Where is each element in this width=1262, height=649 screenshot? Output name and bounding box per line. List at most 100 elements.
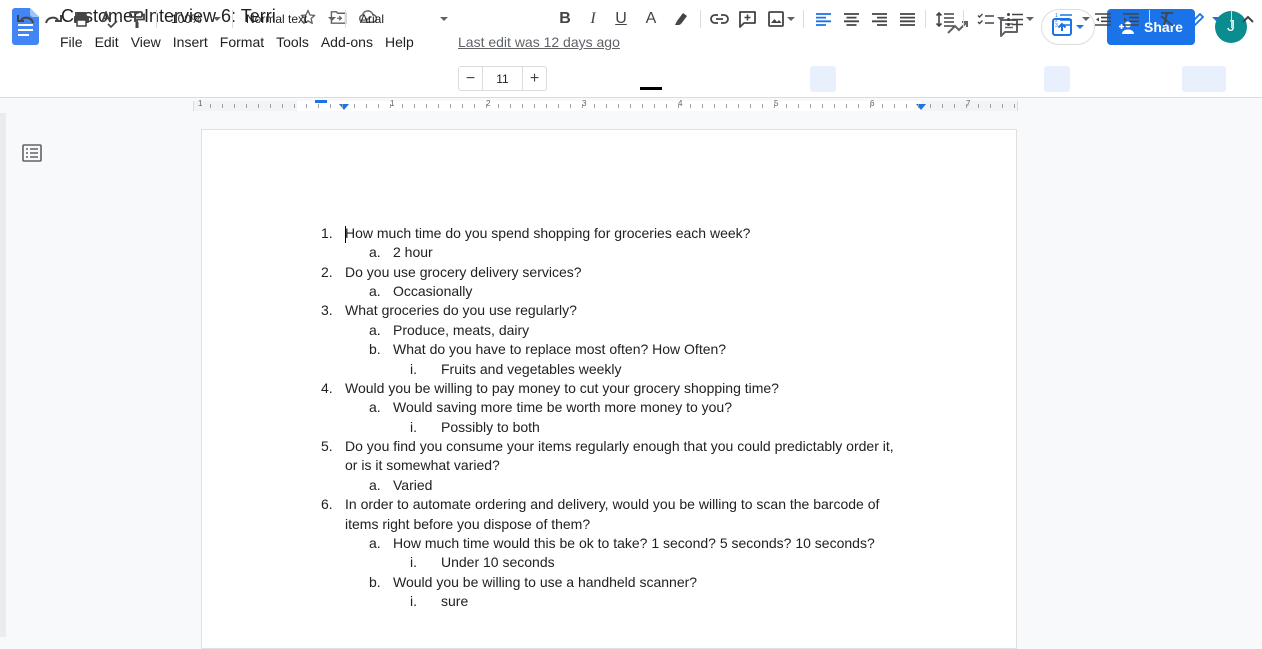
ruler-tick [306, 104, 307, 108]
menu-addons[interactable]: Add-ons [321, 34, 379, 50]
paint-format-icon[interactable] [128, 9, 146, 29]
ruler-tick [498, 104, 499, 108]
chevron-down-icon [1081, 17, 1090, 21]
ruler-tick [1002, 104, 1003, 108]
font-size-input[interactable]: 11 [482, 67, 523, 90]
bulleted-list-icon[interactable] [1004, 9, 1034, 29]
list-item-text: How much time would this be ok to take? … [393, 535, 875, 551]
ruler-tick [318, 104, 319, 108]
insert-image-icon[interactable] [765, 9, 795, 29]
decrease-indent-icon[interactable] [1094, 9, 1112, 29]
insert-link-icon[interactable] [709, 9, 729, 29]
left-indent-marker[interactable] [339, 104, 349, 110]
increase-indent-icon[interactable] [1122, 9, 1140, 29]
menu-help[interactable]: Help [385, 34, 420, 50]
editing-mode-icon[interactable] [1186, 9, 1224, 29]
ruler-tick [882, 104, 883, 108]
checklist-icon[interactable] [974, 9, 1005, 29]
ruler-tick [894, 104, 895, 108]
list-marker: 6. [321, 496, 333, 512]
text-color-button[interactable]: A [640, 9, 662, 29]
menu-insert[interactable]: Insert [173, 34, 214, 50]
ruler-tick [666, 104, 667, 108]
ruler-tick [798, 104, 799, 108]
print-icon[interactable] [72, 9, 90, 29]
list-item-text: Occasionally [393, 283, 473, 299]
list-marker: a. [369, 283, 381, 299]
list-item-text: Would saving more time be worth more mon… [393, 399, 733, 415]
ruler-tick [558, 104, 559, 108]
menu-file[interactable]: File [60, 34, 89, 50]
paragraph-style-value: Normal text [246, 12, 308, 26]
list-item-text: or is it somewhat varied? [345, 457, 500, 473]
toolbar-divider [1149, 10, 1150, 28]
spellcheck-icon[interactable] [100, 9, 118, 29]
line-spacing-icon[interactable] [935, 9, 955, 29]
bold-button[interactable]: B [557, 9, 573, 29]
ruler-tick [414, 104, 415, 108]
toolbar-divider [345, 10, 346, 28]
list-marker: 4. [321, 380, 333, 396]
redo-icon[interactable] [44, 9, 62, 29]
ruler-tick [762, 104, 763, 108]
first-line-indent-marker[interactable] [315, 100, 327, 103]
share-button[interactable]: Share [1107, 9, 1195, 45]
undo-icon[interactable] [16, 9, 34, 29]
ruler-tick [222, 104, 223, 108]
chevron-down-icon [1026, 17, 1034, 21]
svg-text:3: 3 [1055, 23, 1058, 27]
list-marker: a. [369, 322, 381, 338]
last-edit-link[interactable]: Last edit was 12 days ago [458, 34, 620, 50]
align-right-icon[interactable] [870, 9, 888, 29]
align-left-icon[interactable] [814, 9, 832, 29]
underline-button[interactable]: U [613, 9, 629, 29]
align-justify-icon[interactable] [898, 9, 916, 29]
list-marker: a. [369, 399, 381, 415]
font-size-increase-button[interactable]: + [523, 67, 546, 90]
ruler-tick [870, 104, 871, 108]
highlight-icon[interactable] [672, 9, 690, 29]
align-center-icon[interactable] [842, 9, 860, 29]
list-item-text: Fruits and vegetables weekly [441, 361, 622, 377]
list-item-text: items right before you dispose of them? [345, 516, 591, 532]
toolbar-divider [925, 10, 926, 28]
hide-menus-chevron-up-icon[interactable] [1240, 9, 1256, 29]
menu-format[interactable]: Format [220, 34, 270, 50]
font-family-select[interactable]: Arial [360, 9, 450, 29]
ruler-tick [282, 104, 283, 108]
numbered-list-icon[interactable]: 123 [1048, 9, 1090, 29]
text-color-glyph: A [645, 10, 657, 27]
menu-view[interactable]: View [131, 34, 167, 50]
list-item-text: How much time do you spend shopping for … [345, 225, 751, 241]
list-item-text: Would you be willing to pay money to cut… [345, 380, 779, 396]
list-item-text: Possibly to both [441, 419, 540, 435]
ruler-tick [342, 104, 343, 108]
paragraph-style-select[interactable]: Normal text [246, 9, 336, 29]
ruler-tick [642, 104, 643, 108]
zoom-select[interactable]: 100% [171, 9, 227, 29]
menu-edit[interactable]: Edit [95, 34, 125, 50]
italic-button[interactable]: I [585, 9, 601, 29]
ruler-tick [210, 104, 211, 108]
toolbar-divider [700, 10, 701, 28]
list-marker: a. [369, 535, 381, 551]
toolbar-divider [963, 10, 964, 28]
ruler-tick [990, 104, 991, 108]
ruler-tick [618, 104, 619, 108]
ruler-tick [822, 104, 823, 108]
document-outline-icon[interactable] [22, 144, 42, 162]
list-marker: i. [410, 361, 417, 377]
ruler-tick [942, 104, 943, 108]
ruler-tick [654, 104, 655, 108]
menu-tools[interactable]: Tools [276, 34, 315, 50]
ruler-tick [726, 104, 727, 108]
list-marker: i. [410, 554, 417, 570]
document-title[interactable]: Customer Interview 6: Terri [61, 6, 276, 27]
add-comment-icon[interactable] [737, 9, 757, 29]
ruler-tick [330, 104, 331, 108]
font-size-decrease-button[interactable]: − [459, 67, 482, 90]
list-item-text: Varied [393, 477, 433, 493]
chevron-down-icon [1212, 17, 1220, 21]
list-marker: 1. [321, 225, 333, 241]
clear-formatting-icon[interactable] [1158, 9, 1176, 29]
